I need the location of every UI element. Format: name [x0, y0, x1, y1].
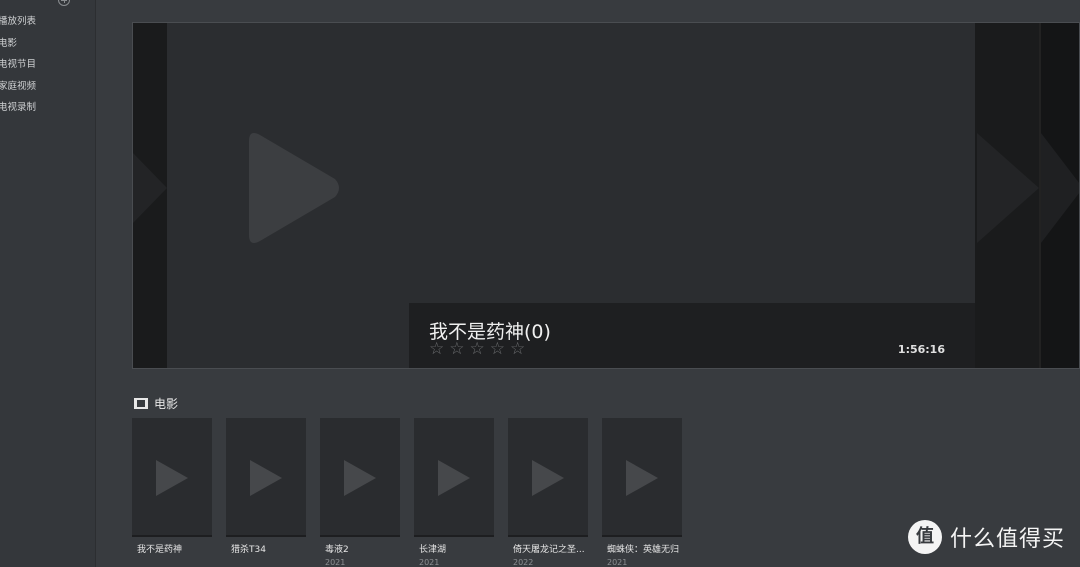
- movie-title: 蜘蛛侠：英雄无归: [607, 545, 680, 555]
- movie-title: 长津湖: [419, 545, 447, 555]
- sidebar-nav: 播放列表 电影 电视节目 家庭视频 电视录制: [0, 13, 36, 121]
- star-icon[interactable]: ☆: [429, 341, 444, 358]
- play-icon: [438, 460, 470, 496]
- sidebar-item-home-videos[interactable]: 家庭视频: [0, 78, 36, 100]
- sidebar-top-icons: ⋯: [58, 0, 85, 6]
- play-icon: [156, 460, 188, 496]
- movie-year: 2021: [607, 558, 628, 567]
- movie-thumbnail[interactable]: [602, 418, 682, 537]
- play-icon: [249, 133, 339, 243]
- featured-poster[interactable]: [167, 23, 410, 368]
- movies-section-header[interactable]: 电影: [134, 395, 178, 412]
- watermark-text: 什么值得买: [950, 527, 1066, 552]
- more-icon[interactable]: ⋯: [76, 0, 85, 5]
- movie-card[interactable]: 猎杀T34: [226, 418, 306, 558]
- sidebar-item-playlist[interactable]: 播放列表: [0, 13, 36, 35]
- star-icon[interactable]: ☆: [449, 341, 464, 358]
- featured-duration: 1:56:16: [897, 343, 945, 356]
- movie-year: 2021: [325, 558, 346, 567]
- featured-carousel[interactable]: 我不是药神(0) ☆ ☆ ☆ ☆ ☆ 1:56:16: [132, 22, 1080, 369]
- movie-card[interactable]: 蜘蛛侠：英雄无归 2021: [602, 418, 682, 567]
- movie-title: 毒液2: [325, 545, 349, 555]
- rating-stars[interactable]: ☆ ☆ ☆ ☆ ☆: [429, 341, 525, 358]
- movie-card[interactable]: 倚天屠龙记之圣... 2022: [508, 418, 588, 567]
- carousel-prev-slide[interactable]: [133, 23, 167, 368]
- movie-year: 2021: [419, 558, 440, 567]
- carousel-next-slide-2[interactable]: [1039, 23, 1079, 368]
- sidebar: ⋯ 播放列表 电影 电视节目 家庭视频 电视录制: [0, 0, 96, 567]
- star-icon[interactable]: ☆: [510, 341, 525, 358]
- chevron-left-icon: [133, 153, 167, 223]
- play-icon: [1041, 133, 1079, 243]
- play-icon: [344, 460, 376, 496]
- play-icon: [532, 460, 564, 496]
- carousel-next-slide[interactable]: [975, 23, 1039, 368]
- sidebar-item-tv-shows[interactable]: 电视节目: [0, 56, 36, 78]
- movie-title: 猎杀T34: [231, 545, 266, 555]
- movie-year: 2022: [513, 558, 534, 567]
- movie-title: 倚天屠龙记之圣...: [513, 545, 585, 555]
- movie-thumbnail[interactable]: [132, 418, 212, 537]
- movie-title: 我不是药神: [137, 545, 183, 555]
- sidebar-item-movies[interactable]: 电影: [0, 35, 36, 57]
- section-title: 电影: [154, 397, 179, 411]
- movie-card[interactable]: 长津湖 2021: [414, 418, 494, 567]
- sidebar-item-tv-recordings[interactable]: 电视录制: [0, 99, 36, 121]
- watermark: 什么值得买: [908, 520, 1065, 554]
- play-icon: [250, 460, 282, 496]
- main-content: 我不是药神(0) ☆ ☆ ☆ ☆ ☆ 1:56:16 电影 我不是药神 猎杀T3…: [96, 0, 1080, 567]
- watermark-logo-icon: [908, 520, 942, 554]
- star-icon[interactable]: ☆: [470, 341, 485, 358]
- play-icon: [977, 133, 1039, 243]
- movie-thumbnail[interactable]: [320, 418, 400, 537]
- top-bar: [96, 0, 1080, 22]
- movie-card[interactable]: 我不是药神: [132, 418, 212, 558]
- add-icon[interactable]: [58, 0, 70, 6]
- star-icon[interactable]: ☆: [490, 341, 505, 358]
- film-icon: [134, 398, 148, 409]
- movie-thumbnail[interactable]: [414, 418, 494, 537]
- movie-thumbnail[interactable]: [508, 418, 588, 537]
- movie-thumbnail[interactable]: [226, 418, 306, 537]
- featured-detail[interactable]: 我不是药神(0) ☆ ☆ ☆ ☆ ☆ 1:56:16: [409, 23, 975, 368]
- featured-info-bar: 我不是药神(0) ☆ ☆ ☆ ☆ ☆ 1:56:16: [409, 303, 975, 368]
- movie-card[interactable]: 毒液2 2021: [320, 418, 400, 567]
- play-icon: [626, 460, 658, 496]
